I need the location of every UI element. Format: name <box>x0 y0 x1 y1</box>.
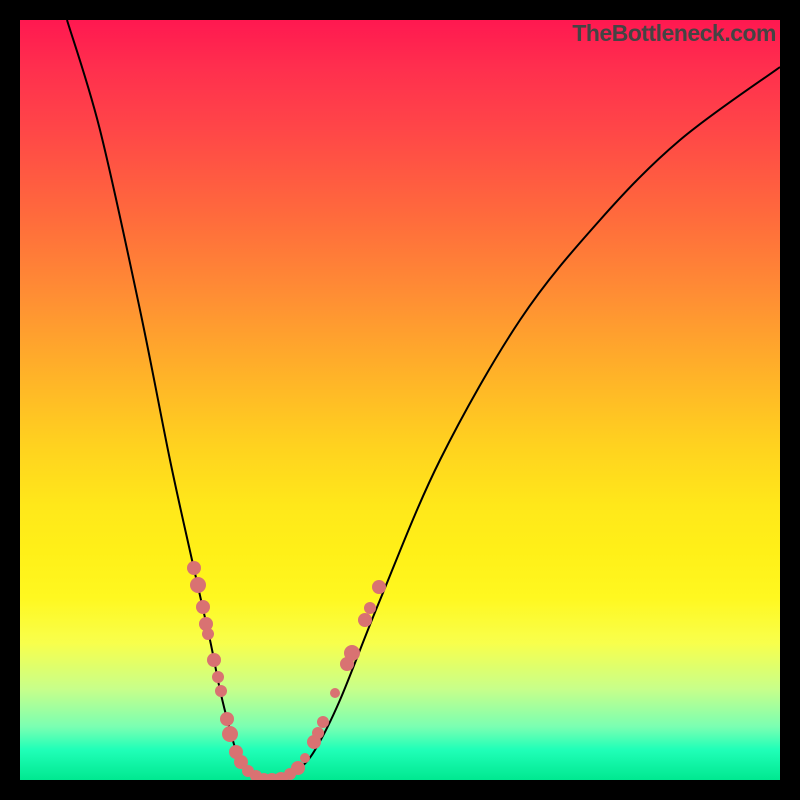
highlight-dot <box>291 761 305 775</box>
highlight-dot <box>317 716 329 728</box>
highlight-dot <box>190 577 206 593</box>
highlight-dot <box>312 727 324 739</box>
highlight-dot <box>196 600 210 614</box>
highlight-dot <box>215 685 227 697</box>
watermark-label: TheBottleneck.com <box>572 20 776 47</box>
highlight-dot <box>358 613 372 627</box>
highlight-dot <box>207 653 221 667</box>
highlight-dot <box>187 561 201 575</box>
highlight-dot <box>222 726 238 742</box>
highlight-dot <box>300 753 310 763</box>
highlight-dots <box>20 20 780 780</box>
highlight-dot <box>212 671 224 683</box>
highlight-dot <box>372 580 386 594</box>
highlight-dot <box>202 628 214 640</box>
highlight-dot <box>344 645 360 661</box>
highlight-dot <box>364 602 376 614</box>
highlight-dot <box>220 712 234 726</box>
highlight-dot <box>330 688 340 698</box>
